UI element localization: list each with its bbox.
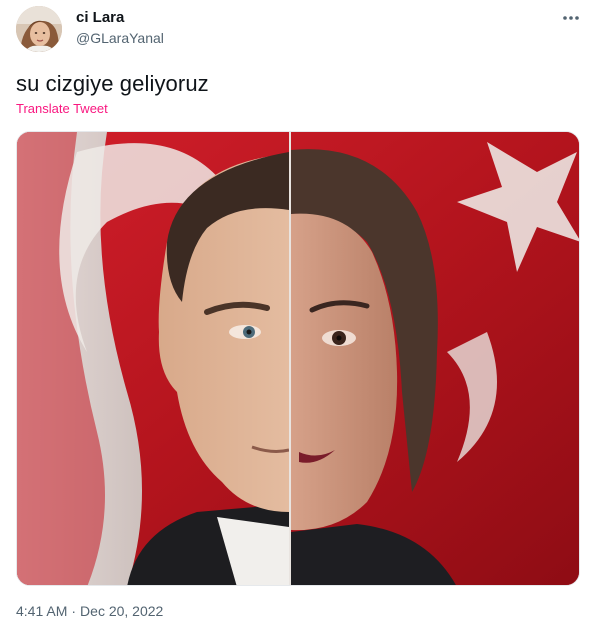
tweet-time: 4:41 AM — [16, 603, 68, 619]
author-display-name[interactable]: ci Lara — [76, 9, 124, 26]
author-avatar[interactable] — [16, 6, 62, 52]
tweet-date: Dec 20, 2022 — [80, 603, 164, 619]
tweet-media-photo[interactable] — [16, 131, 580, 586]
author-handle[interactable]: @GLaraYanal — [76, 30, 164, 46]
translate-tweet-link[interactable]: Translate Tweet — [16, 101, 108, 116]
more-options-button[interactable] — [556, 4, 586, 28]
media-image — [17, 132, 579, 585]
timestamp-separator: · — [71, 603, 77, 619]
avatar-photo — [16, 6, 62, 52]
tweet-card: ci Lara @GLaraYanal su cizgiye geliyoruz… — [0, 0, 592, 629]
tweet-text: su cizgiye geliyoruz — [16, 71, 209, 96]
more-horizontal-icon — [563, 16, 579, 20]
tweet-timestamp[interactable]: 4:41 AM · Dec 20, 2022 — [16, 603, 163, 619]
